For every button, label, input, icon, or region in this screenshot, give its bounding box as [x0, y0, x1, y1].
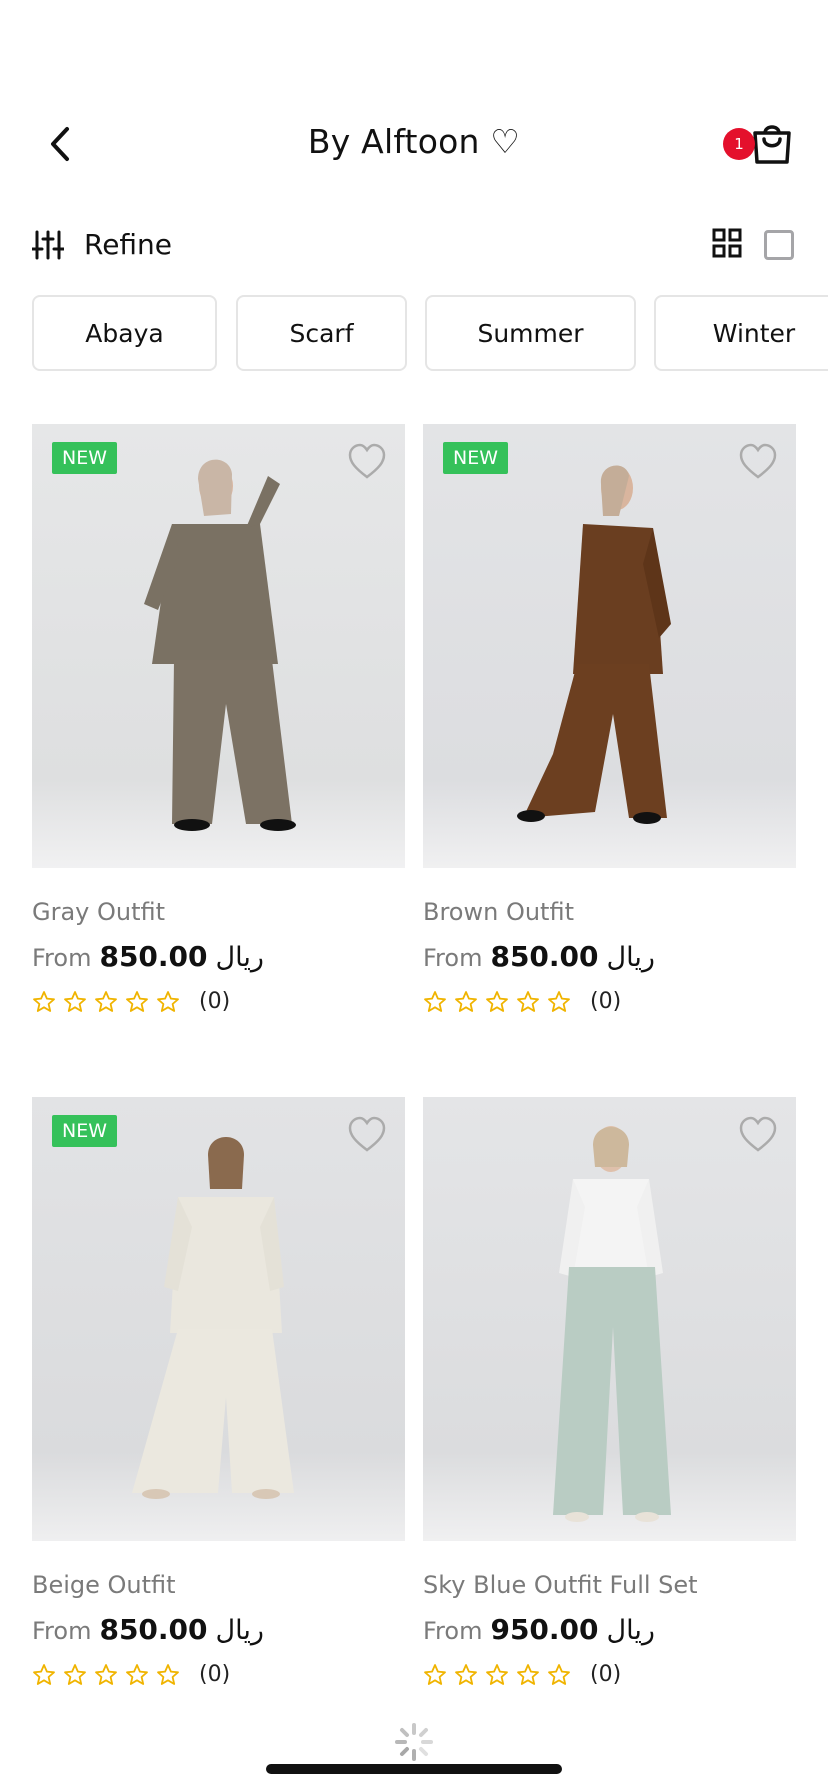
header: By Alftoon ♡: [0, 110, 828, 180]
star-outline-icon: [486, 990, 508, 1012]
product-image[interactable]: [423, 1097, 796, 1541]
sliders-icon: [32, 230, 64, 259]
star-outline-icon: [424, 990, 446, 1012]
rating-count: (0): [199, 989, 231, 1014]
star-outline-icon: [126, 990, 148, 1012]
price-from-label: From: [423, 1617, 483, 1645]
product-name[interactable]: Brown Outfit: [423, 898, 796, 926]
star-outline-icon: [157, 1663, 179, 1685]
star-outline-icon: [455, 1663, 477, 1685]
product-photo: [423, 1097, 796, 1541]
single-view-button[interactable]: [764, 230, 794, 260]
category-chips: Abaya Scarf Summer Winter: [32, 295, 828, 371]
price-row: From 850.00 ريال: [423, 940, 796, 973]
page-title: By Alftoon ♡: [307, 122, 521, 161]
star-outline-icon: [126, 1663, 148, 1685]
price-value: 950.00: [490, 1613, 599, 1646]
refine-label: Refine: [84, 228, 173, 261]
chip-abaya[interactable]: Abaya: [32, 295, 217, 371]
rating-row: (0): [423, 989, 796, 1014]
product-photo: [32, 1097, 405, 1541]
price-from-label: From: [32, 1617, 92, 1645]
price-currency: ريال: [606, 1615, 655, 1646]
product-photo: [423, 424, 796, 868]
chip-summer[interactable]: Summer: [425, 295, 636, 371]
star-outline-icon: [517, 990, 539, 1012]
star-outline-icon: [517, 1663, 539, 1685]
grid-view-icon: [712, 228, 742, 258]
rating-count: (0): [590, 989, 622, 1014]
rating-count: (0): [199, 1662, 231, 1687]
rating-row: (0): [32, 1662, 405, 1687]
rating-count: (0): [590, 1662, 622, 1687]
chip-winter[interactable]: Winter: [654, 295, 828, 371]
star-outline-icon: [424, 1663, 446, 1685]
price-row: From 950.00 ريال: [423, 1613, 796, 1646]
heart-outline-icon: [739, 443, 777, 479]
new-badge: NEW: [52, 442, 118, 474]
cart-count-badge: 1: [723, 128, 755, 160]
favorite-button[interactable]: [738, 442, 778, 482]
product-card[interactable]: NEW Gray Outfit From 850.00 ريال (0): [32, 424, 405, 1014]
shopping-bag-icon: [753, 125, 791, 164]
home-indicator: [266, 1764, 562, 1774]
star-outline-icon: [548, 990, 570, 1012]
heart-outline-icon: [739, 1116, 777, 1152]
price-currency: ريال: [606, 942, 655, 973]
star-outline-icon: [157, 990, 179, 1012]
product-image[interactable]: NEW: [423, 424, 796, 868]
star-outline-icon: [95, 1663, 117, 1685]
product-name[interactable]: Gray Outfit: [32, 898, 405, 926]
price-currency: ريال: [215, 942, 264, 973]
product-name[interactable]: Beige Outfit: [32, 1571, 405, 1599]
price-value: 850.00: [99, 940, 208, 973]
product-image[interactable]: NEW: [32, 424, 405, 868]
product-name[interactable]: Sky Blue Outfit Full Set: [423, 1571, 796, 1599]
heart-outline-icon: [348, 443, 386, 479]
star-outline-icon: [95, 990, 117, 1012]
price-currency: ريال: [215, 1615, 264, 1646]
price-from-label: From: [32, 944, 92, 972]
star-outline-icon: [33, 1663, 55, 1685]
favorite-button[interactable]: [738, 1115, 778, 1155]
price-from-label: From: [423, 944, 483, 972]
star-outline-icon: [64, 990, 86, 1012]
spinner-icon: [395, 1723, 433, 1761]
new-badge: NEW: [52, 1115, 118, 1147]
price-row: From 850.00 ريال: [32, 940, 405, 973]
product-photo: [32, 424, 405, 868]
grid-view-button[interactable]: [712, 228, 742, 258]
star-outline-icon: [64, 1663, 86, 1685]
star-outline-icon: [33, 990, 55, 1012]
star-outline-icon: [486, 1663, 508, 1685]
chip-scarf[interactable]: Scarf: [236, 295, 407, 371]
price-value: 850.00: [99, 1613, 208, 1646]
product-image[interactable]: NEW: [32, 1097, 405, 1541]
favorite-button[interactable]: [347, 1115, 387, 1155]
product-card[interactable]: NEW Brown Outfit From 850.00 ريال (0): [423, 424, 796, 1014]
product-card[interactable]: NEW Beige Outfit From 850.00 ريال (0): [32, 1097, 405, 1687]
price-row: From 850.00 ريال: [32, 1613, 405, 1646]
price-value: 850.00: [490, 940, 599, 973]
favorite-button[interactable]: [347, 442, 387, 482]
rating-row: (0): [423, 1662, 796, 1687]
toolbar: Refine: [0, 222, 828, 266]
new-badge: NEW: [443, 442, 509, 474]
star-outline-icon: [455, 990, 477, 1012]
refine-button[interactable]: Refine: [32, 228, 172, 261]
cart-button[interactable]: [750, 122, 794, 166]
product-card[interactable]: Sky Blue Outfit Full Set From 950.00 ريا…: [423, 1097, 796, 1687]
star-outline-icon: [548, 1663, 570, 1685]
heart-outline-icon: [348, 1116, 386, 1152]
rating-row: (0): [32, 989, 405, 1014]
